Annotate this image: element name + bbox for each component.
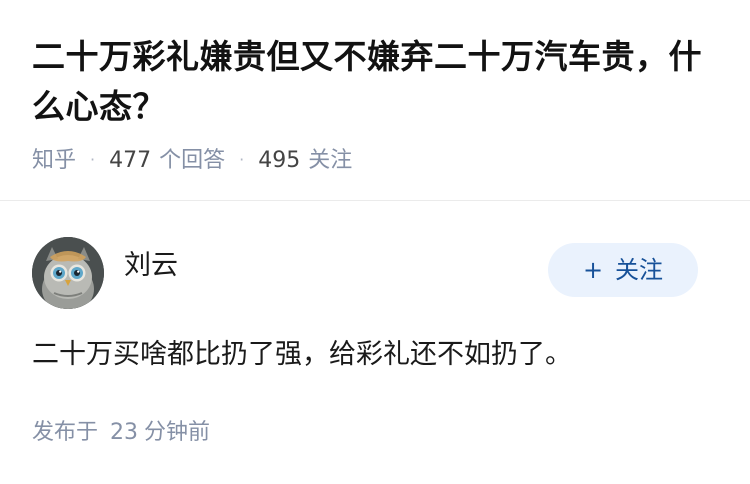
time-suffix: 分钟前: [144, 420, 211, 445]
answer-card: 刘云 + 关注 二十万买啥都比扔了强，给彩礼还不如扔了。 发布于 23 分钟前: [0, 201, 750, 484]
source-label[interactable]: 知乎: [32, 148, 76, 173]
avatar[interactable]: [32, 237, 104, 309]
question-meta: 知乎 · 477 个回答 · 495 关注: [32, 145, 352, 176]
zhihu-answer-page: 二十万彩礼嫌贵但又不嫌弃二十万汽车贵，什么心态？ 知乎 · 477 个回答 · 495 关注: [0, 0, 750, 484]
answer-count: 477: [109, 148, 152, 173]
author-name[interactable]: 刘云: [124, 247, 178, 285]
follow-button[interactable]: + 关注: [548, 243, 698, 297]
separator-dot: ·: [239, 150, 245, 169]
separator-dot: ·: [90, 150, 96, 169]
follow-button-label: 关注: [615, 256, 664, 284]
question-header: 二十万彩礼嫌贵但又不嫌弃二十万汽车贵，什么心态？ 知乎 · 477 个回答 · 495 关注: [0, 0, 750, 200]
answer-count-label: 个回答: [159, 148, 226, 173]
answer-content[interactable]: 二十万买啥都比扔了强，给彩礼还不如扔了。: [32, 335, 572, 375]
time-value: 23: [110, 420, 139, 445]
answer-time: 发布于 23 分钟前: [32, 417, 210, 449]
question-title[interactable]: 二十万彩礼嫌贵但又不嫌弃二十万汽车贵，什么心态？: [32, 32, 722, 132]
follower-count: 495: [258, 148, 301, 173]
owl-avatar-icon: [32, 237, 104, 309]
plus-icon: +: [582, 256, 604, 284]
follower-count-label: 关注: [308, 148, 353, 173]
time-prefix: 发布于: [32, 420, 99, 445]
